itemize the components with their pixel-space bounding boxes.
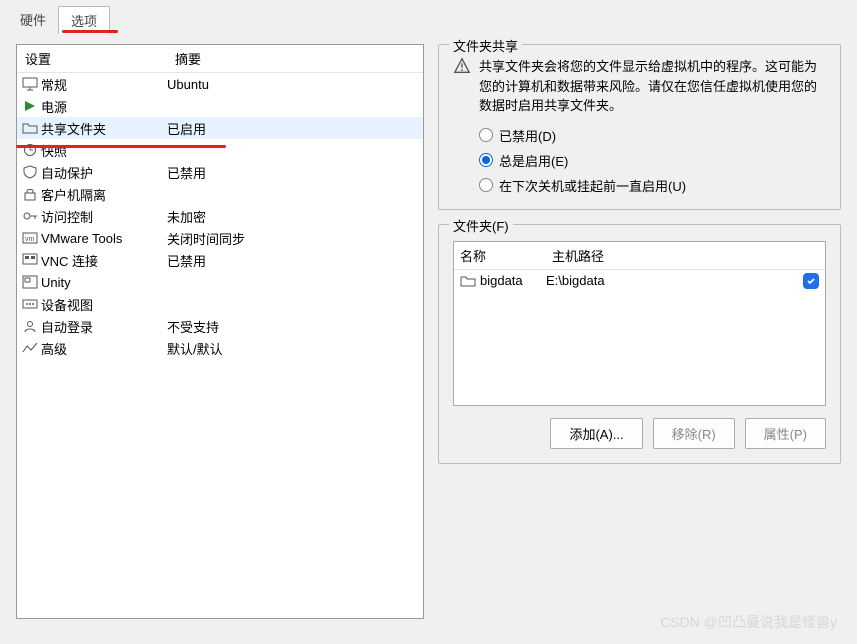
item-label: 访问控制 (41, 207, 167, 226)
radio-until-poweroff[interactable]: 在下次关机或挂起前一直启用(U) (479, 176, 826, 195)
table-row[interactable]: bigdata E:\bigdata (454, 270, 825, 292)
annotation-underline (62, 30, 118, 33)
item-summary: 已禁用 (167, 163, 419, 182)
tab-hardware[interactable]: 硬件 (8, 6, 58, 34)
list-item[interactable]: 设备视图 (17, 293, 423, 315)
col-header-settings: 设置 (17, 45, 167, 72)
login-icon (21, 318, 39, 334)
list-item[interactable]: 自动登录 不受支持 (17, 315, 423, 337)
unity-icon (21, 274, 39, 290)
item-label: 设备视图 (41, 295, 167, 314)
list-item[interactable]: 常规 Ubuntu (17, 73, 423, 95)
advanced-icon (21, 340, 39, 356)
item-summary: 未加密 (167, 207, 419, 226)
radio-label: 总是启用(E) (499, 151, 568, 170)
play-icon (21, 98, 39, 114)
radio-label: 已禁用(D) (499, 126, 556, 145)
folder-sharing-group: 文件夹共享 共享文件夹会将您的文件显示给虚拟机中的程序。这可能为您的计算机和数据… (438, 44, 841, 210)
item-label: 高级 (41, 339, 167, 358)
col-header-summary: 摘要 (167, 45, 423, 72)
item-summary: 关闭时间同步 (167, 229, 419, 248)
warning-icon (453, 57, 471, 75)
monitor-icon (21, 76, 39, 92)
add-button[interactable]: 添加(A)... (550, 418, 642, 449)
folder-icon (21, 120, 39, 136)
list-item[interactable]: 共享文件夹 已启用 (17, 117, 423, 139)
properties-button[interactable]: 属性(P) (745, 418, 826, 449)
annotation-underline (16, 145, 226, 148)
folder-checkbox[interactable] (797, 273, 825, 289)
warning-text: 共享文件夹会将您的文件显示给虚拟机中的程序。这可能为您的计算机和数据带来风险。请… (479, 57, 826, 116)
list-item[interactable]: 访问控制 未加密 (17, 205, 423, 227)
col-header-name: 名称 (454, 242, 546, 269)
key-icon (21, 208, 39, 224)
folder-name: bigdata (480, 273, 546, 288)
item-label: VNC 连接 (41, 251, 167, 270)
folders-group: 文件夹(F) 名称 主机路径 bigdata E:\bigdata 添加(A).… (438, 224, 841, 464)
shield-icon (21, 164, 39, 180)
list-item[interactable]: VNC 连接 已禁用 (17, 249, 423, 271)
folder-icon (460, 274, 476, 288)
radio-label: 在下次关机或挂起前一直启用(U) (499, 176, 686, 195)
item-label: Unity (41, 275, 167, 290)
list-item[interactable]: 自动保护 已禁用 (17, 161, 423, 183)
item-summary: 不受支持 (167, 317, 419, 336)
list-item[interactable]: Unity (17, 271, 423, 293)
item-summary: 已启用 (167, 119, 419, 138)
item-summary: 已禁用 (167, 251, 419, 270)
radio-always-enabled[interactable]: 总是启用(E) (479, 151, 826, 170)
list-item[interactable]: vm VMware Tools 关闭时间同步 (17, 227, 423, 249)
item-label: 自动保护 (41, 163, 167, 182)
item-label: 快照 (41, 141, 167, 160)
item-label: 电源 (41, 97, 167, 116)
radio-icon (479, 178, 493, 192)
item-label: 客户机隔离 (41, 185, 167, 204)
folder-path: E:\bigdata (546, 273, 797, 288)
list-item[interactable]: 电源 (17, 95, 423, 117)
lock-icon (21, 186, 39, 202)
settings-list: 设置 摘要 常规 Ubuntu 电源 共享文件夹 已启用 快照 自动保护 已禁用… (16, 44, 424, 619)
svg-text:vm: vm (25, 236, 35, 243)
radio-icon (479, 128, 493, 142)
list-item[interactable]: 快照 (17, 139, 423, 161)
group-title: 文件夹共享 (449, 36, 522, 55)
radio-disabled[interactable]: 已禁用(D) (479, 126, 826, 145)
device-icon (21, 296, 39, 312)
folders-table: 名称 主机路径 bigdata E:\bigdata (453, 241, 826, 406)
list-item[interactable]: 高级 默认/默认 (17, 337, 423, 359)
item-summary: 默认/默认 (167, 339, 419, 358)
item-label: VMware Tools (41, 231, 167, 246)
item-label: 常规 (41, 75, 167, 94)
watermark: CSDN @凹凸曼说我是怪兽y (660, 612, 837, 632)
item-label: 共享文件夹 (41, 119, 167, 138)
item-label: 自动登录 (41, 317, 167, 336)
list-item[interactable]: 客户机隔离 (17, 183, 423, 205)
vm-icon: vm (21, 230, 39, 246)
item-summary: Ubuntu (167, 77, 419, 92)
col-header-path: 主机路径 (546, 242, 793, 269)
vnc-icon (21, 252, 39, 268)
group-title: 文件夹(F) (449, 216, 513, 235)
remove-button[interactable]: 移除(R) (653, 418, 735, 449)
radio-icon (479, 153, 493, 167)
